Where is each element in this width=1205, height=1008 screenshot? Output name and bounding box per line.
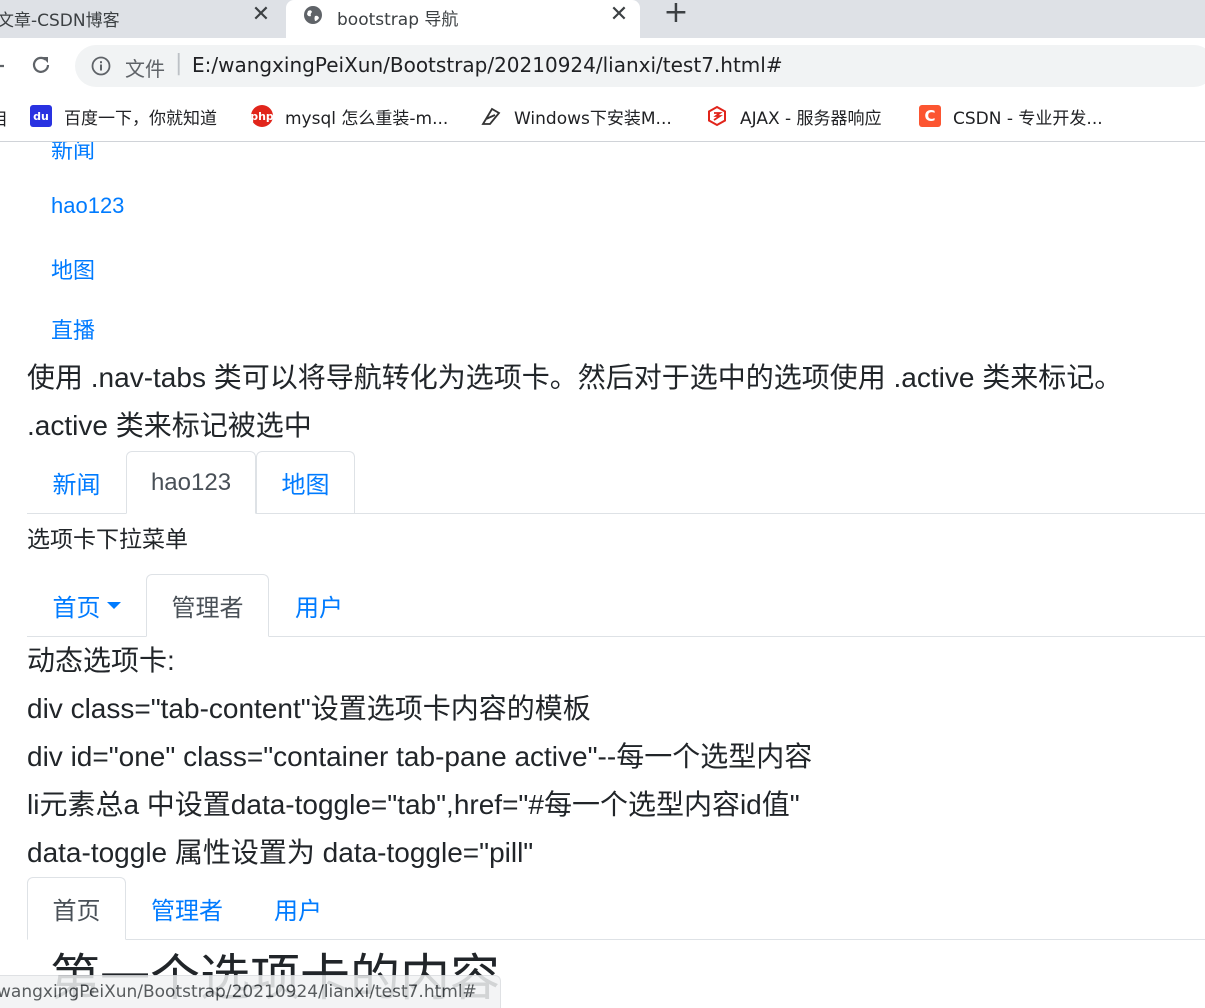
w3-icon bbox=[708, 105, 726, 127]
bookmark-label: 百度一下，你就知道 bbox=[64, 108, 217, 129]
dynamic-tabs-heading: 动态选项卡: bbox=[27, 645, 175, 676]
close-icon[interactable]: ✕ bbox=[606, 2, 632, 28]
tab-users[interactable]: 用户 bbox=[269, 574, 369, 636]
tab-manager[interactable]: 管理者 bbox=[126, 877, 248, 939]
browser-tab-strip: 文章-CSDN博客 ✕ bootstrap 导航 ✕ + bbox=[0, 0, 1205, 38]
browser-tab-title: 文章-CSDN博客 bbox=[0, 11, 120, 31]
url-separator: | bbox=[175, 51, 183, 76]
dynamic-tabs-line: div id="one" class="container tab-pane a… bbox=[27, 741, 813, 772]
tab-map[interactable]: 地图 bbox=[256, 451, 355, 513]
nav-link-hao123[interactable]: hao123 bbox=[51, 193, 124, 219]
back-arrow-icon[interactable] bbox=[0, 56, 6, 76]
feather-icon bbox=[481, 107, 501, 125]
status-bar-url: wangxingPeiXun/Bootstrap/20210924/lianxi… bbox=[0, 975, 501, 1008]
close-icon[interactable]: ✕ bbox=[248, 2, 274, 28]
php-icon: php bbox=[250, 105, 274, 127]
browser-tab-title: bootstrap 导航 bbox=[337, 10, 459, 30]
tab-users[interactable]: 用户 bbox=[248, 877, 348, 939]
baidu-icon: du bbox=[30, 105, 52, 127]
nav-link-live[interactable]: 直播 bbox=[51, 313, 95, 345]
bookmarks-bar: 目 du 百度一下，你就知道 php mysql 怎么重装-m... Windo… bbox=[0, 95, 1205, 142]
url-scheme-label: 文件 bbox=[125, 57, 165, 81]
nav-link-map[interactable]: 地图 bbox=[51, 253, 95, 285]
status-url-text: wangxingPeiXun/Bootstrap/20210924/lianxi… bbox=[0, 982, 477, 1002]
url-text[interactable]: E:/wangxingPeiXun/Bootstrap/20210924/lia… bbox=[192, 53, 783, 77]
tab-news[interactable]: 新闻 bbox=[27, 451, 126, 513]
nav-tabs-dropdown: 首页 管理者 用户 bbox=[27, 574, 1205, 637]
address-bar[interactable]: 文件 | E:/wangxingPeiXun/Bootstrap/2021092… bbox=[75, 45, 1205, 87]
nav-tabs-basic: 新闻 hao123 地图 bbox=[27, 451, 1205, 514]
bookmark-label: CSDN - 专业开发... bbox=[953, 108, 1103, 129]
globe-icon bbox=[304, 6, 322, 24]
bookmark-windows[interactable]: Windows下安装M... bbox=[480, 104, 672, 129]
dynamic-tabs-line: data-toggle 属性设置为 data-toggle="pill" bbox=[27, 837, 534, 868]
new-tab-button[interactable]: + bbox=[662, 0, 690, 28]
bookmark-label: AJAX - 服务器响应 bbox=[740, 108, 882, 129]
tab-home[interactable]: 首页 bbox=[27, 877, 126, 940]
bookmark-ajax[interactable]: AJAX - 服务器响应 bbox=[706, 104, 882, 129]
info-icon[interactable] bbox=[91, 56, 111, 76]
bookmark-csdn[interactable]: C CSDN - 专业开发... bbox=[919, 104, 1103, 129]
browser-toolbar: 文件 | E:/wangxingPeiXun/Bootstrap/2021092… bbox=[0, 38, 1205, 95]
browser-tab-csdn[interactable]: 文章-CSDN博客 ✕ bbox=[0, 0, 281, 38]
tab-home-label: 首页 bbox=[52, 594, 101, 622]
caret-down-icon bbox=[106, 601, 121, 609]
reload-icon[interactable] bbox=[30, 54, 52, 76]
bookmark-partial[interactable]: 目 bbox=[0, 105, 8, 130]
page-content: 新闻 hao123 地图 直播 使用 .nav-tabs 类可以将导航转化为选项… bbox=[0, 142, 1205, 1007]
csdn-icon: C bbox=[919, 105, 941, 127]
nav-link-news[interactable]: 新闻 bbox=[51, 142, 95, 165]
dropdown-tabs-title: 选项卡下拉菜单 bbox=[27, 526, 188, 552]
bookmark-label: Windows下安装M... bbox=[514, 108, 672, 129]
bookmark-mysql[interactable]: php mysql 怎么重装-m... bbox=[250, 104, 449, 129]
tab-manager[interactable]: 管理者 bbox=[146, 574, 269, 637]
active-class-description: .active 类来标记被选中 bbox=[27, 410, 312, 441]
tab-home-dropdown[interactable]: 首页 bbox=[27, 574, 146, 636]
bookmark-baidu[interactable]: du 百度一下，你就知道 bbox=[30, 104, 217, 129]
nav-tabs-dynamic: 首页 管理者 用户 bbox=[27, 877, 1205, 940]
bookmark-label: mysql 怎么重装-m... bbox=[285, 108, 449, 129]
dynamic-tabs-line: div class="tab-content"设置选项卡内容的模板 bbox=[27, 693, 591, 724]
tab-hao123[interactable]: hao123 bbox=[126, 451, 256, 514]
nav-tabs-description: 使用 .nav-tabs 类可以将导航转化为选项卡。然后对于选中的选项使用 .a… bbox=[27, 362, 1123, 393]
dynamic-tabs-line: li元素总a 中设置data-toggle="tab",href="#每一个选型… bbox=[27, 789, 800, 820]
browser-tab-bootstrap[interactable]: bootstrap 导航 ✕ bbox=[286, 0, 640, 38]
